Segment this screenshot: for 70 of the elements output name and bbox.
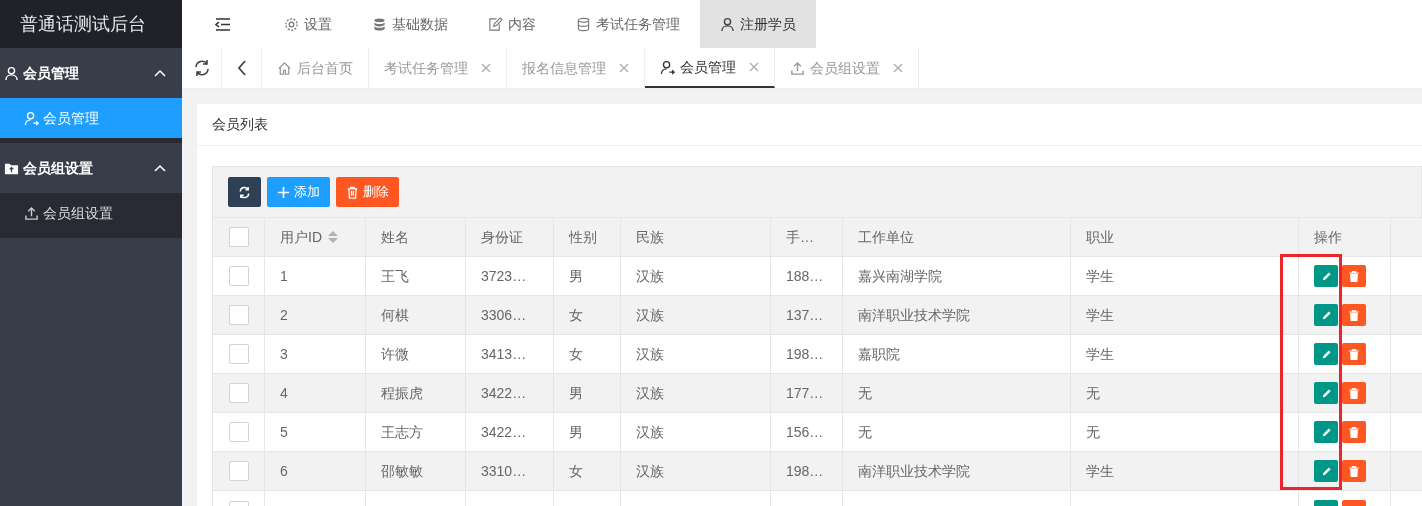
table-cell-text: 学生 [1086, 305, 1114, 325]
table-cell-text: 何棋 [381, 305, 409, 325]
table-cell-text: 学生 [1086, 461, 1114, 481]
column-title: 姓名 [381, 227, 409, 247]
table-cell-text: 汉族 [636, 305, 664, 325]
table-cell-text: 学生 [1086, 266, 1114, 286]
table-cell-text: 男 [569, 422, 583, 442]
table-cell-text: 南洋职业技术学院 [858, 461, 970, 481]
delete-button[interactable]: 删除 [336, 177, 399, 207]
table-cell-text: 男 [569, 266, 583, 286]
nav-tab[interactable]: 设置 [264, 0, 352, 48]
sidebar-item[interactable]: 会员组设置 [0, 193, 182, 233]
table-cell-text: 南洋职业技术学院 [858, 305, 970, 325]
column-title: 身份证 [481, 227, 523, 247]
table-cell-text: 177… [786, 383, 824, 403]
table-cell-text: 3310… [481, 461, 527, 481]
table-cell-text: 198… [786, 461, 824, 481]
page-tab[interactable]: 会员管理 [645, 48, 775, 88]
table-cell-text: 邵敏敏 [381, 461, 423, 481]
table-cell-text: 女 [569, 344, 583, 364]
table-cell-text: 4 [280, 383, 288, 403]
table-cell-text: 2 [280, 305, 288, 325]
nav-tab[interactable]: 注册学员 [700, 0, 816, 48]
table-cell-text: 王飞 [381, 266, 409, 286]
table-cell-text: 156… [786, 422, 824, 442]
table-cell-text: 198… [786, 344, 824, 364]
table-cell-text: 3306… [481, 305, 527, 325]
table-cell-text: 无 [1086, 383, 1100, 403]
table-cell-text: 188… [786, 266, 824, 286]
table-cell-text: 汉族 [636, 383, 664, 403]
table-cell-text: 3 [280, 344, 288, 364]
sidebar-group[interactable]: 会员组设置 [0, 143, 182, 193]
column-title: 工作单位 [858, 227, 914, 247]
table-cell-text: 女 [569, 461, 583, 481]
table-cell-text: 程振虎 [381, 383, 423, 403]
table-cell-text: 学生 [1086, 344, 1114, 364]
table-cell-text: 汉族 [636, 422, 664, 442]
table-cell-text: 许微 [381, 344, 409, 364]
nav-tab[interactable]: 基础数据 [352, 0, 468, 48]
table-cell-text: 无 [858, 383, 872, 403]
table-cell-text: 5 [280, 422, 288, 442]
sidebar-group[interactable]: 会员管理 [0, 48, 182, 98]
table-cell-text: 汉族 [636, 344, 664, 364]
column-title: 手… [786, 227, 814, 247]
table-cell-text: 3413… [481, 344, 527, 364]
table-cell-text: 王志方 [381, 422, 423, 442]
table-cell-text: 1 [280, 266, 288, 286]
table-cell-text: 嘉兴南湖学院 [858, 266, 942, 286]
nav-tab[interactable]: 内容 [468, 0, 556, 48]
column-title: 性别 [569, 227, 597, 247]
nav-tab[interactable]: 考试任务管理 [556, 0, 700, 48]
column-title: 职业 [1086, 227, 1114, 247]
table-cell-text: 6 [280, 461, 288, 481]
table-cell-text: 无 [1086, 422, 1100, 442]
logo-title: 普通话测试后台 [20, 12, 146, 36]
column-title: 用户ID [280, 227, 322, 247]
column-title: 民族 [636, 227, 664, 247]
table-cell-text: 女 [569, 305, 583, 325]
column-title: 操作 [1314, 227, 1342, 247]
table-cell-text: 嘉职院 [858, 344, 900, 364]
table-cell-text: 男 [569, 383, 583, 403]
table-cell-text: 3723… [481, 266, 527, 286]
card-title: 会员列表 [212, 115, 268, 134]
table-cell-text: 汉族 [636, 266, 664, 286]
column-header[interactable]: 用户ID [265, 218, 366, 256]
table-cell-text: 汉族 [636, 461, 664, 481]
table-cell-text: 137… [786, 305, 824, 325]
table-cell-text: 3422… [481, 383, 527, 403]
table-cell-text: 无 [858, 422, 872, 442]
table-cell-text: 3422… [481, 422, 527, 442]
